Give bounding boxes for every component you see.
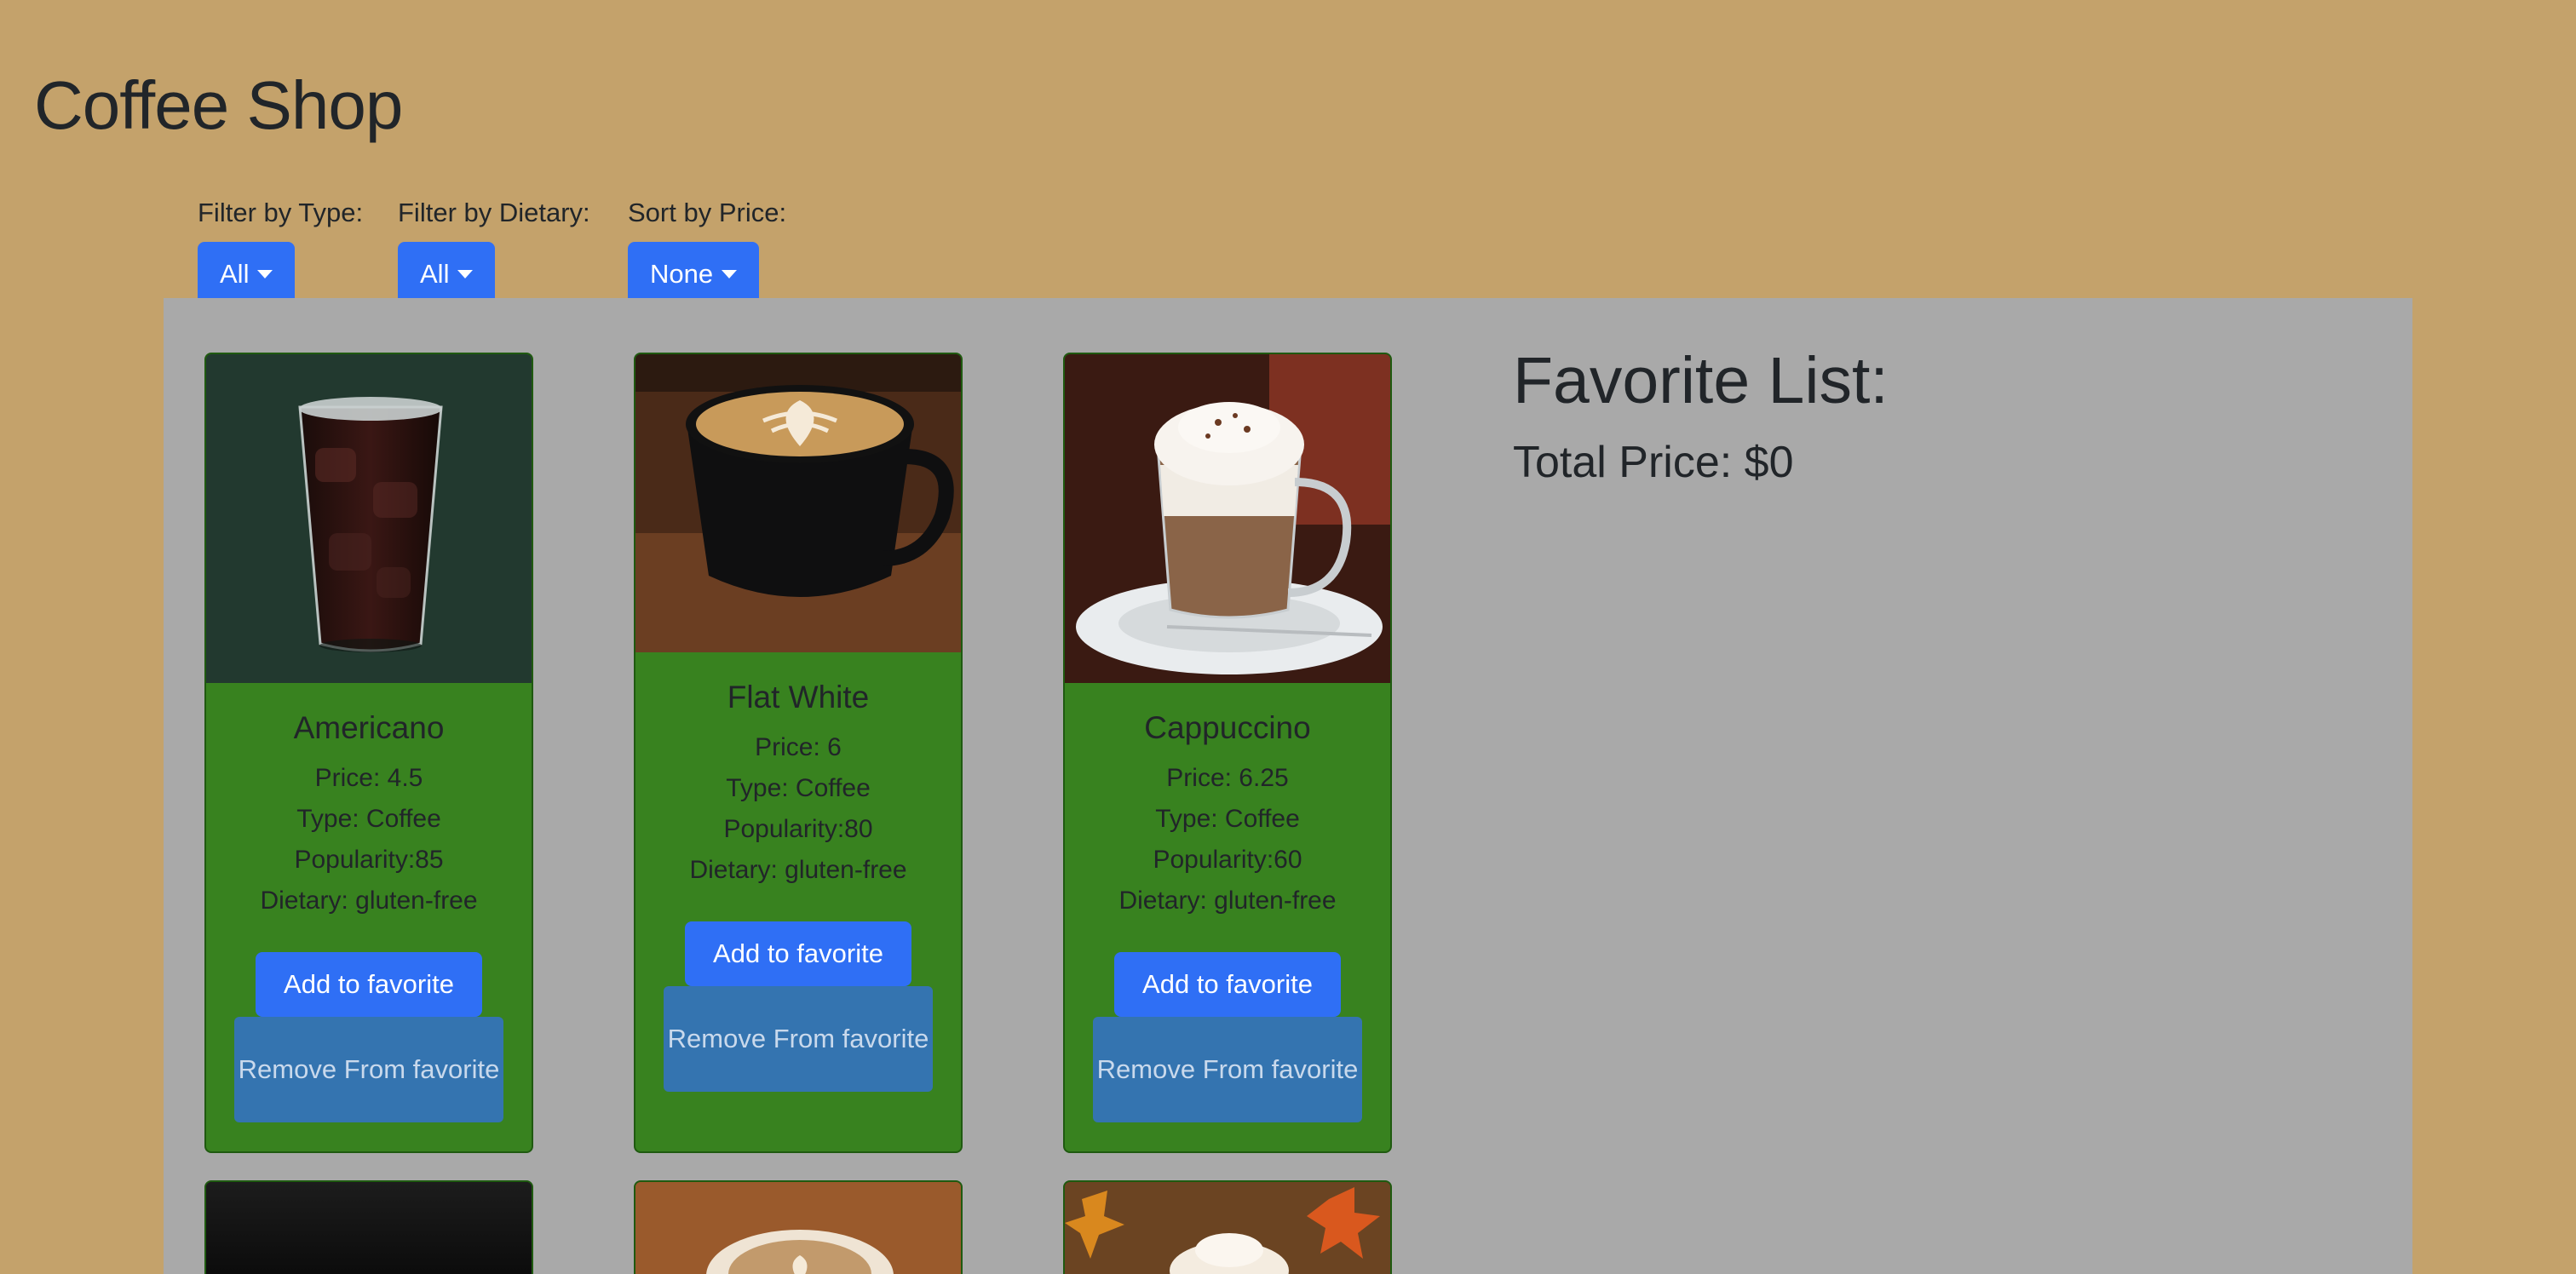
product-type: Type: Coffee (726, 774, 871, 802)
add-to-favorite-button[interactable]: Add to favorite (685, 921, 911, 986)
filter-type-value: All (220, 259, 250, 289)
add-to-favorite-button[interactable]: Add to favorite (256, 952, 482, 1017)
product-card (634, 1180, 963, 1274)
favorite-list-title: Favorite List: (1513, 344, 1889, 417)
product-name: Cappuccino (1144, 710, 1311, 745)
filter-dietary-value: All (420, 259, 450, 289)
sort-price-value: None (650, 259, 714, 289)
product-card: Flat White Price: 6 Type: Coffee Popular… (634, 353, 963, 1153)
product-dietary: Dietary: gluten-free (260, 887, 478, 915)
favorite-total-price: Total Price: $0 (1513, 438, 1794, 487)
product-image (206, 354, 532, 683)
product-price: Price: 6.25 (1166, 764, 1289, 792)
chevron-down-icon (257, 270, 273, 278)
product-type: Type: Coffee (296, 805, 441, 833)
product-type: Type: Coffee (1155, 805, 1300, 833)
filter-type-group: Filter by Type: All (198, 196, 363, 307)
chevron-down-icon (722, 270, 738, 278)
remove-from-favorite-button[interactable]: Remove From favorite (1093, 1017, 1362, 1122)
iced-coffee-image (298, 397, 443, 652)
product-name: Americano (293, 710, 445, 745)
product-card: Cappuccino Price: 6.25 Type: Coffee Popu… (1063, 353, 1392, 1153)
autumn-leaves-drink-image (1065, 1182, 1390, 1274)
sort-price-group: Sort by Price: None (628, 196, 786, 307)
page-title: Coffee Shop (34, 67, 403, 143)
filter-dietary-label: Filter by Dietary: (398, 198, 590, 227)
product-card (204, 1180, 533, 1274)
glass-mug-cream-image (1065, 354, 1390, 683)
product-popularity: Popularity:80 (723, 815, 873, 843)
product-image (635, 354, 961, 652)
filter-dietary-group: Filter by Dietary: All (398, 196, 590, 307)
product-card: Americano Price: 4.5 Type: Coffee Popula… (204, 353, 533, 1153)
chevron-down-icon (457, 270, 474, 278)
product-image (206, 1182, 532, 1274)
latte-cup-image (635, 1182, 961, 1274)
product-image (1065, 1182, 1390, 1274)
product-popularity: Popularity:85 (294, 846, 444, 874)
filter-dietary-dropdown[interactable]: All (398, 242, 496, 307)
latte-art-cup-image (635, 354, 961, 652)
sort-price-label: Sort by Price: (628, 198, 787, 227)
product-dietary: Dietary: gluten-free (1118, 887, 1337, 915)
remove-from-favorite-button[interactable]: Remove From favorite (664, 986, 933, 1092)
filter-type-label: Filter by Type: (198, 198, 364, 227)
remove-from-favorite-button[interactable]: Remove From favorite (234, 1017, 503, 1122)
product-popularity: Popularity:60 (1153, 846, 1302, 874)
product-name: Flat White (727, 680, 870, 714)
sort-price-dropdown[interactable]: None (628, 242, 760, 307)
add-to-favorite-button[interactable]: Add to favorite (1114, 952, 1341, 1017)
product-price: Price: 6 (755, 733, 842, 761)
product-card (1063, 1180, 1392, 1274)
filter-type-dropdown[interactable]: All (198, 242, 296, 307)
product-dietary: Dietary: gluten-free (689, 856, 907, 884)
product-image (635, 1182, 961, 1274)
product-price: Price: 4.5 (314, 764, 423, 792)
product-image (1065, 354, 1390, 683)
